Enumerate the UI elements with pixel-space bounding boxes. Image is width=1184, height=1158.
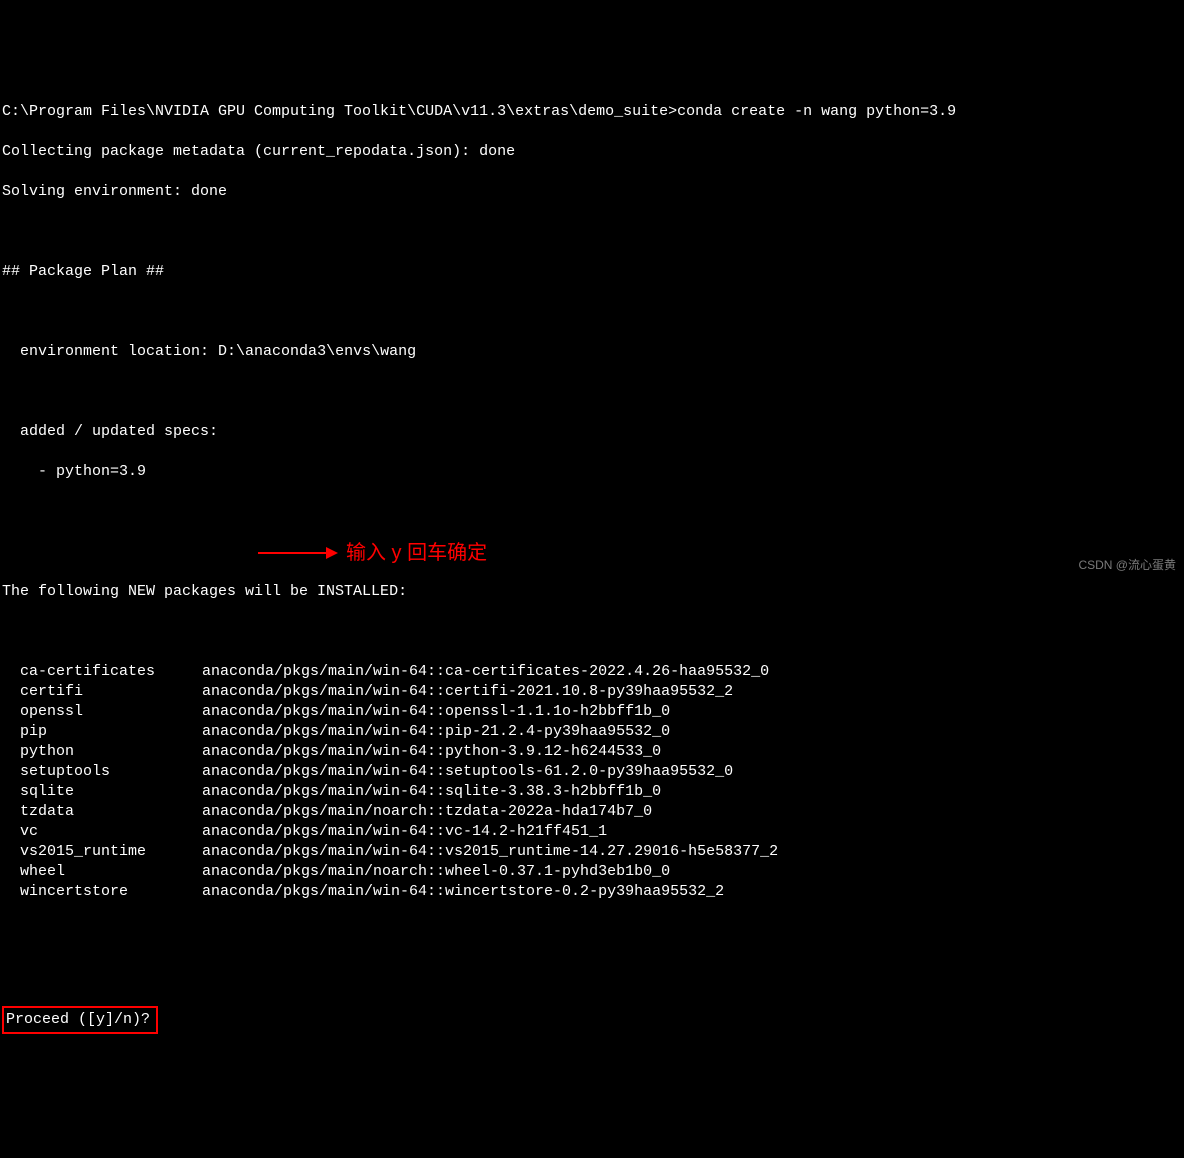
package-name: setuptools bbox=[2, 762, 202, 782]
collecting-status: Collecting package metadata (current_rep… bbox=[2, 142, 1184, 162]
specs-item: - python=3.9 bbox=[2, 462, 1184, 482]
package-name: ca-certificates bbox=[2, 662, 202, 682]
package-row: sqliteanaconda/pkgs/main/win-64::sqlite-… bbox=[2, 782, 1184, 802]
package-spec: anaconda/pkgs/main/win-64::certifi-2021.… bbox=[202, 682, 733, 702]
package-row: wincertstoreanaconda/pkgs/main/win-64::w… bbox=[2, 882, 1184, 902]
package-name: pip bbox=[2, 722, 202, 742]
package-name: wincertstore bbox=[2, 882, 202, 902]
blank-line bbox=[2, 922, 1184, 942]
blank-line bbox=[2, 382, 1184, 402]
package-spec: anaconda/pkgs/main/win-64::ca-certificat… bbox=[202, 662, 769, 682]
package-name: sqlite bbox=[2, 782, 202, 802]
package-name: wheel bbox=[2, 862, 202, 882]
package-spec: anaconda/pkgs/main/win-64::vc-14.2-h21ff… bbox=[202, 822, 607, 842]
env-location-label: environment location: bbox=[20, 343, 218, 360]
proceed-prompt-highlight: Proceed ([y]/n)? bbox=[2, 1006, 158, 1034]
package-name: openssl bbox=[2, 702, 202, 722]
package-spec: anaconda/pkgs/main/win-64::openssl-1.1.1… bbox=[202, 702, 670, 722]
package-name: certifi bbox=[2, 682, 202, 702]
blank-line bbox=[2, 622, 1184, 642]
arrow-icon bbox=[258, 543, 338, 563]
environment-location: environment location: D:\anaconda3\envs\… bbox=[2, 342, 1184, 362]
package-row: wheelanaconda/pkgs/main/noarch::wheel-0.… bbox=[2, 862, 1184, 882]
watermark: CSDN @流心蛋黄 bbox=[1078, 555, 1176, 575]
package-row: vs2015_runtimeanaconda/pkgs/main/win-64:… bbox=[2, 842, 1184, 862]
package-row: pythonanaconda/pkgs/main/win-64::python-… bbox=[2, 742, 1184, 762]
package-name: tzdata bbox=[2, 802, 202, 822]
package-row: tzdataanaconda/pkgs/main/noarch::tzdata-… bbox=[2, 802, 1184, 822]
package-row: vcanaconda/pkgs/main/win-64::vc-14.2-h21… bbox=[2, 822, 1184, 842]
package-name: vc bbox=[2, 822, 202, 842]
package-list: ca-certificatesanaconda/pkgs/main/win-64… bbox=[2, 662, 1184, 902]
package-name: python bbox=[2, 742, 202, 762]
annotation-text: 输入 y 回车确定 bbox=[346, 543, 487, 563]
package-row: certifianaconda/pkgs/main/win-64::certif… bbox=[2, 682, 1184, 702]
package-row: setuptoolsanaconda/pkgs/main/win-64::set… bbox=[2, 762, 1184, 782]
env-location-value: D:\anaconda3\envs\wang bbox=[218, 343, 416, 360]
command-prompt-line: C:\Program Files\NVIDIA GPU Computing To… bbox=[2, 102, 1184, 122]
package-row: opensslanaconda/pkgs/main/win-64::openss… bbox=[2, 702, 1184, 722]
package-spec: anaconda/pkgs/main/win-64::sqlite-3.38.3… bbox=[202, 782, 661, 802]
package-spec: anaconda/pkgs/main/noarch::tzdata-2022a-… bbox=[202, 802, 652, 822]
proceed-prompt[interactable]: Proceed ([y]/n)? bbox=[6, 1011, 150, 1028]
blank-line bbox=[2, 542, 1184, 562]
blank-line bbox=[2, 302, 1184, 322]
terminal-output: C:\Program Files\NVIDIA GPU Computing To… bbox=[0, 80, 1184, 1034]
blank-line bbox=[2, 502, 1184, 522]
install-header: The following NEW packages will be INSTA… bbox=[2, 582, 1184, 602]
package-spec: anaconda/pkgs/main/win-64::python-3.9.12… bbox=[202, 742, 661, 762]
package-spec: anaconda/pkgs/main/noarch::wheel-0.37.1-… bbox=[202, 862, 670, 882]
blank-line bbox=[2, 222, 1184, 242]
blank-line bbox=[2, 962, 1184, 982]
package-row: ca-certificatesanaconda/pkgs/main/win-64… bbox=[2, 662, 1184, 682]
package-spec: anaconda/pkgs/main/win-64::pip-21.2.4-py… bbox=[202, 722, 670, 742]
package-name: vs2015_runtime bbox=[2, 842, 202, 862]
package-spec: anaconda/pkgs/main/win-64::setuptools-61… bbox=[202, 762, 733, 782]
solving-status: Solving environment: done bbox=[2, 182, 1184, 202]
package-spec: anaconda/pkgs/main/win-64::wincertstore-… bbox=[202, 882, 724, 902]
package-spec: anaconda/pkgs/main/win-64::vs2015_runtim… bbox=[202, 842, 778, 862]
annotation: 输入 y 回车确定 bbox=[258, 543, 487, 563]
package-plan-header: ## Package Plan ## bbox=[2, 262, 1184, 282]
prompt-path: C:\Program Files\NVIDIA GPU Computing To… bbox=[2, 103, 677, 120]
command-text: conda create -n wang python=3.9 bbox=[677, 103, 956, 120]
package-row: pipanaconda/pkgs/main/win-64::pip-21.2.4… bbox=[2, 722, 1184, 742]
specs-label: added / updated specs: bbox=[2, 422, 1184, 442]
